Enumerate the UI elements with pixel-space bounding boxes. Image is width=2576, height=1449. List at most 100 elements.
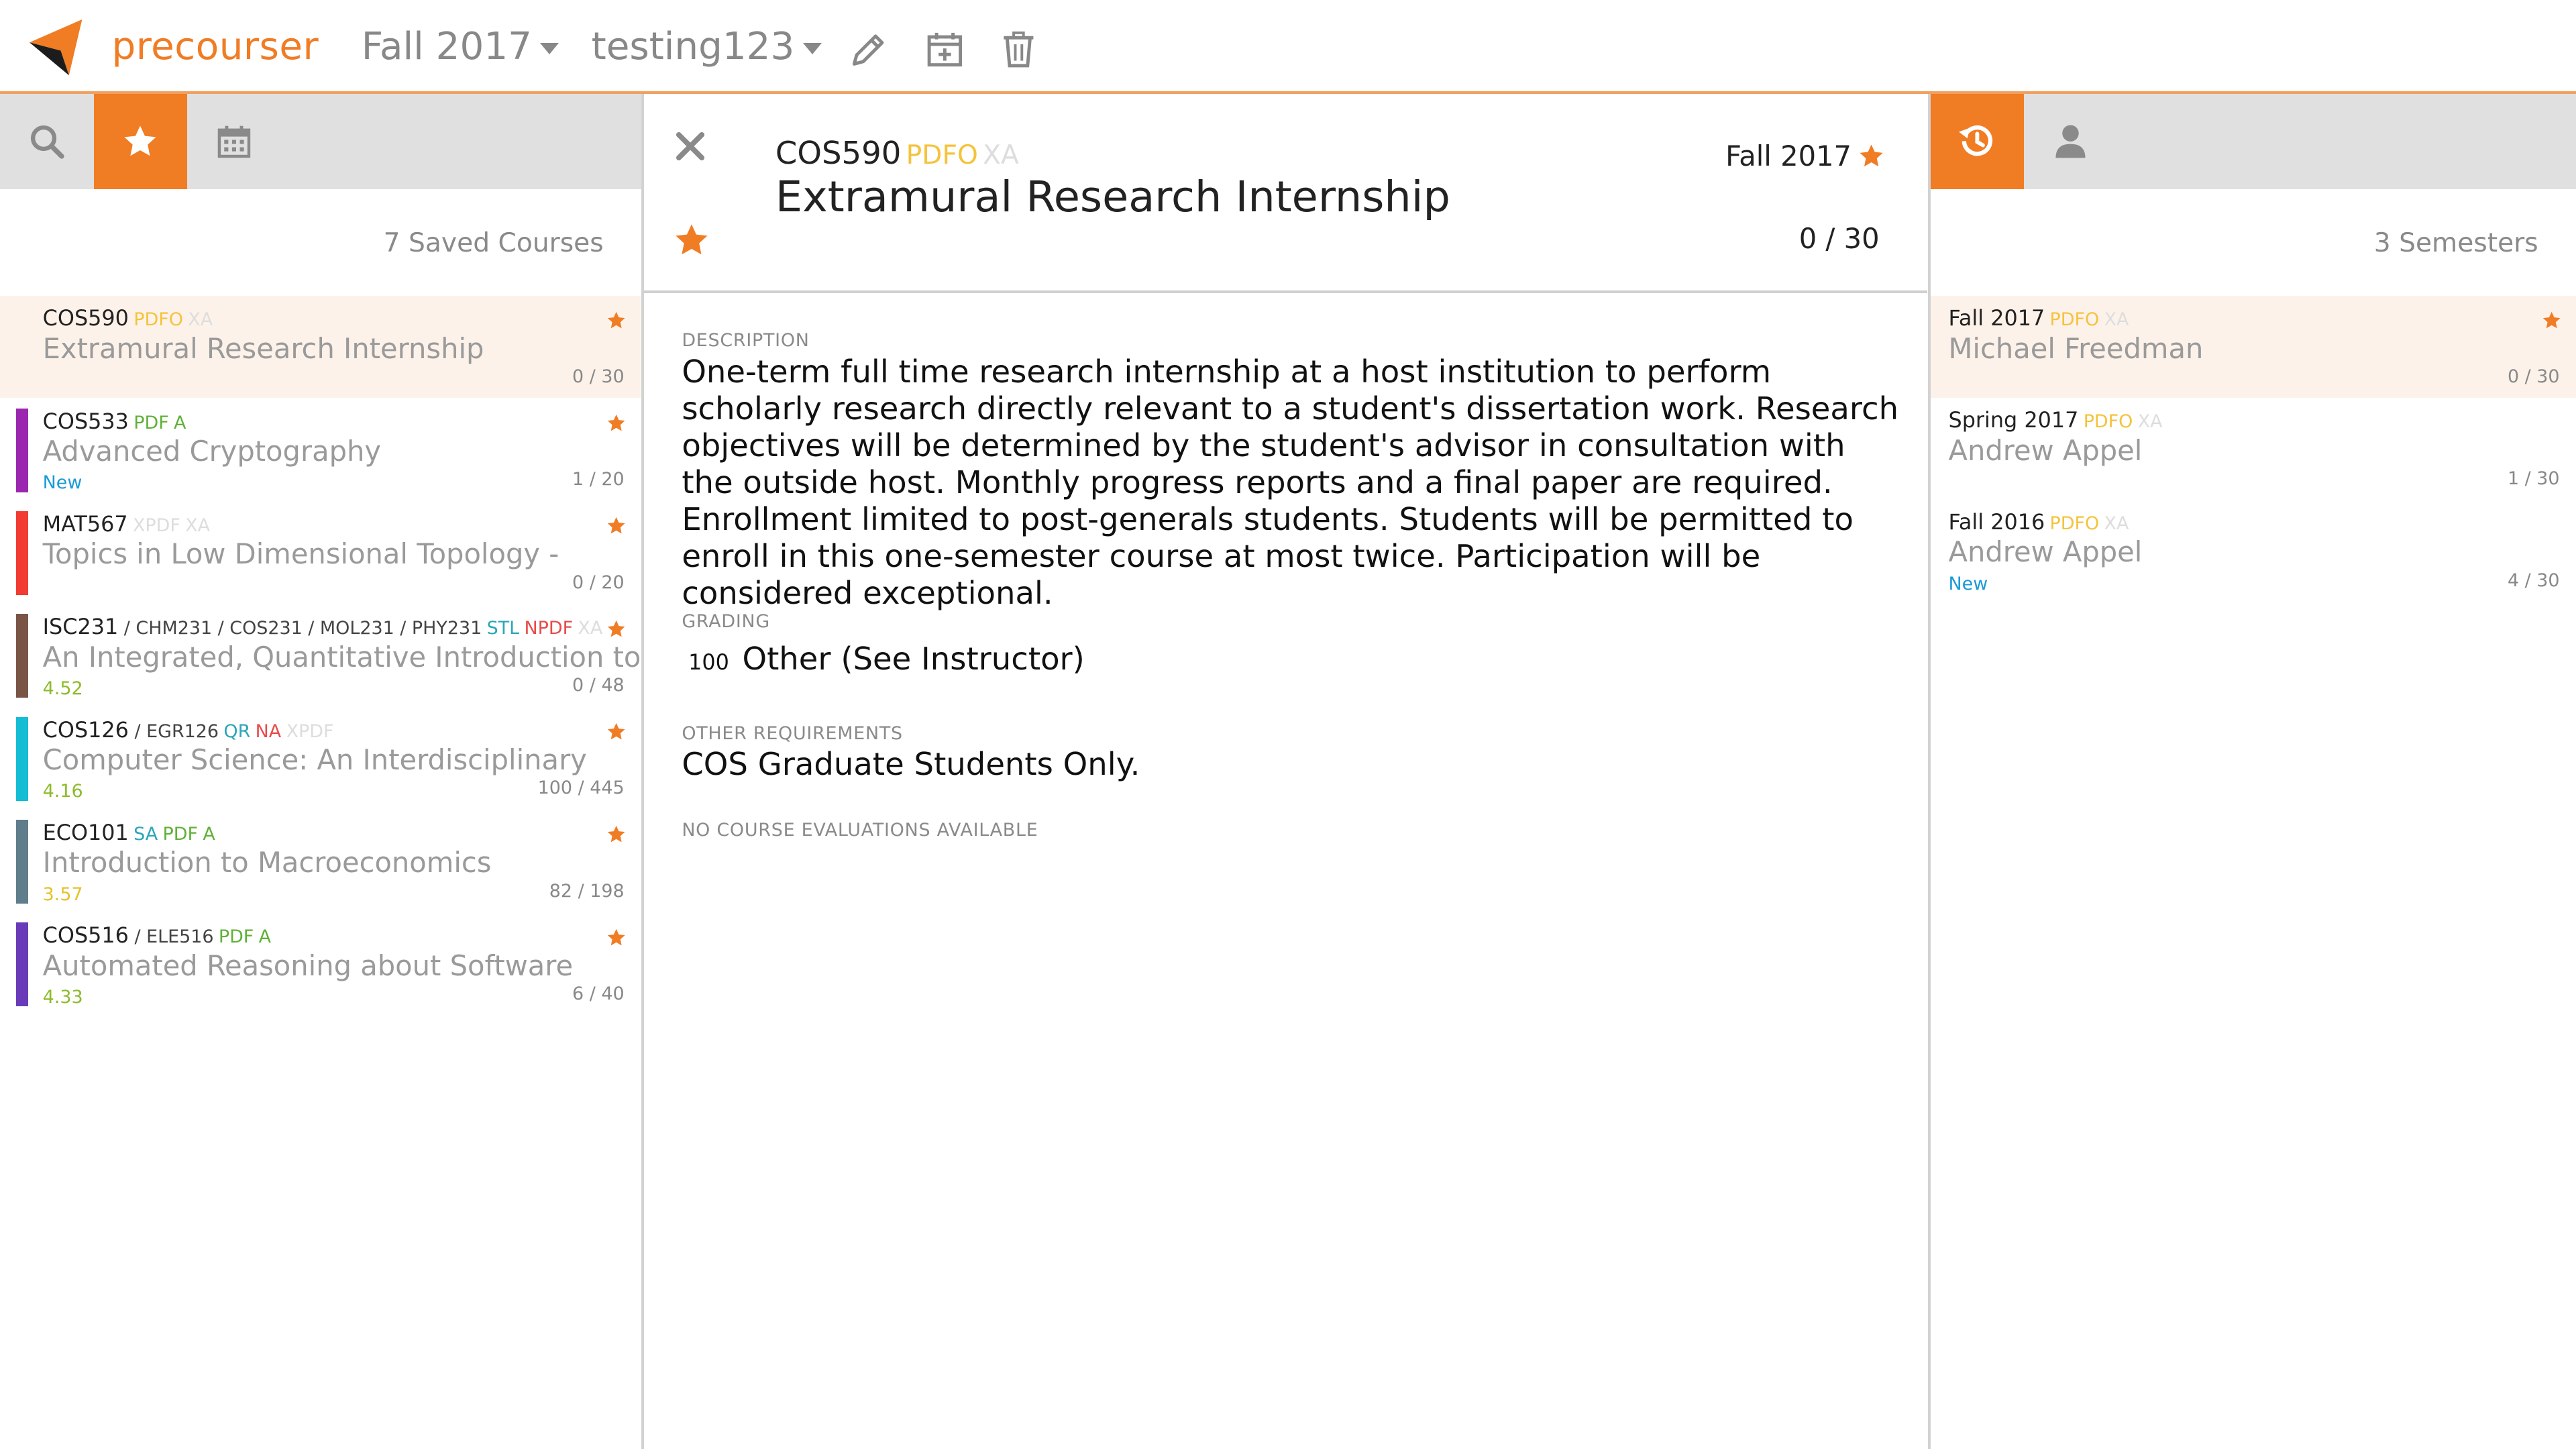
saved-courses-count: 7 Saved Courses (383, 228, 604, 259)
saved-star-icon[interactable] (606, 413, 626, 433)
left-tabbar (0, 93, 641, 189)
top-navbar: precourser Fall 2017 testing123 (0, 0, 2576, 94)
no-evaluations-label: NO COURSE EVALUATIONS AVAILABLE (682, 820, 1038, 841)
course-code: ISC231 / CHM231 / COS231 / MOL231 / PHY2… (43, 614, 603, 639)
course-code: COS590 PDFO XA (43, 305, 213, 331)
course-code: COS533 PDF A (43, 409, 186, 434)
course-code-text: ISC231 (42, 614, 119, 640)
semesters-panel: 3 Semesters Fall 2017 PDFO XA Michael Freed… (1930, 93, 2576, 1449)
semester-row[interactable]: Spring 2017 PDFO XA Andrew Appel 1 / 30 (1931, 398, 2576, 500)
tab-history[interactable] (1930, 93, 2025, 189)
course-color-bar (16, 408, 28, 492)
course-code-text: COS533 (42, 408, 129, 434)
saved-star-icon[interactable] (606, 824, 626, 844)
course-color-bar (16, 820, 28, 904)
calendar-icon (217, 125, 251, 158)
course-tag: XA (983, 140, 1019, 170)
course-title: Computer Science: An Interdisciplinary (42, 743, 587, 776)
star-icon (124, 125, 156, 156)
course-tag: PDFO (2083, 411, 2133, 433)
saved-star-icon[interactable] (606, 516, 626, 535)
star-icon[interactable] (1858, 143, 1884, 169)
semester-row[interactable]: Fall 2017 PDFO XA Michael Freedman 0 / 30 (1930, 295, 2576, 398)
course-tag: XA (2104, 513, 2129, 535)
saved-course-row[interactable]: COS126 / EGR126 QR NA XPDF Computer Science:… (0, 707, 641, 809)
semester-dropdown[interactable]: Fall 2017 (362, 25, 559, 68)
course-title: Advanced Cryptography (42, 434, 382, 468)
course-title: Topics in Low Dimensional Topology - (42, 537, 559, 571)
saved-star-icon[interactable] (606, 619, 626, 639)
tab-calendar[interactable] (187, 94, 281, 189)
semester-enrollment: 4 / 30 (2507, 570, 2560, 591)
calendar-plus-icon[interactable] (925, 30, 965, 69)
other-requirements-label: OTHER REQUIREMENTS (682, 722, 903, 744)
saved-star-icon[interactable] (606, 722, 626, 741)
detail-semester-label: Fall 2017 (1725, 140, 1852, 173)
chevron-down-icon (540, 42, 559, 54)
course-code-text: COS126 (42, 716, 129, 743)
course-code-text: COS590 (42, 305, 129, 331)
detail-code-text: COS590 (775, 134, 902, 171)
tab-instructor[interactable] (2024, 94, 2118, 189)
saved-course-row[interactable]: COS590 PDFO XA Extramural Research Internsh… (0, 295, 641, 398)
semester-star-icon[interactable] (2542, 311, 2561, 330)
course-tag: XPDF (286, 720, 334, 742)
course-code-text: COS516 (42, 922, 129, 949)
course-enrollment: 0 / 48 (572, 675, 625, 696)
course-tag: SA (133, 824, 158, 845)
tab-search[interactable] (0, 94, 94, 189)
course-detail-panel: COS590 PDFO XA Extramural Research Interns… (644, 93, 1931, 1449)
close-icon[interactable] (676, 131, 705, 161)
user-icon (2055, 125, 2086, 158)
course-rating: 3.57 (42, 883, 83, 905)
semester-name-text: Fall 2017 (1948, 305, 2045, 331)
course-tag: A (258, 926, 272, 948)
course-code: COS516 / ELE516 PDF A (43, 922, 271, 948)
app-root: precourser Fall 2017 testing123 7 Saved … (0, 0, 2576, 1449)
logo-icon[interactable] (30, 19, 83, 76)
semester-row[interactable]: Fall 2016 PDFO XA Andrew Appel New 4 / 30 (1931, 499, 2576, 601)
instructor-name: Andrew Appel (1948, 433, 2143, 467)
course-tag: PDF (218, 926, 254, 948)
course-color-bar (16, 614, 28, 698)
saved-star-icon[interactable] (606, 928, 626, 947)
grading-label: GRADING (682, 611, 771, 632)
course-tag: QR (223, 720, 251, 742)
schedule-dropdown-label: testing123 (591, 24, 795, 68)
course-tag: PDFO (2049, 513, 2100, 535)
trash-icon[interactable] (999, 30, 1038, 69)
course-tag: XA (578, 618, 603, 639)
tab-saved[interactable] (93, 93, 188, 189)
course-title: Introduction to Macroeconomics (42, 846, 492, 879)
course-enrollment: 1 / 20 (572, 469, 625, 490)
saved-course-row[interactable]: ISC231 / CHM231 / COS231 / MOL231 / PHY2… (0, 604, 641, 706)
saved-course-row[interactable]: ECO101 SA PDF A Introduction to Macroeconomi… (0, 810, 641, 912)
semester-name-text: Fall 2016 (1948, 509, 2045, 535)
favorite-star-icon[interactable] (674, 222, 710, 258)
grading-text: Other (See Instructor) (742, 641, 1085, 678)
brand-name[interactable]: precourser (112, 25, 319, 68)
grading-percent: 100 (688, 649, 729, 676)
course-tag: XA (185, 515, 211, 537)
semester-name: Fall 2016 PDFO XA (1949, 509, 2129, 535)
saved-course-row[interactable]: COS533 PDF A Advanced Cryptography New 1 / 20 (0, 398, 641, 500)
course-tag: XPDF (132, 515, 180, 537)
course-detail-header: COS590 PDFO XA Extramural Research Interns… (644, 93, 1927, 294)
saved-star-icon[interactable] (606, 311, 626, 330)
course-crosslist: / CHM231 / COS231 / MOL231 / PHY231 (118, 618, 482, 639)
pencil-icon[interactable] (849, 30, 889, 69)
saved-course-row[interactable]: COS516 / ELE516 PDF A Automated Reasoning a… (0, 913, 641, 1015)
detail-course-title: Extramural Research Internship (775, 172, 1450, 223)
course-code: ECO101 SA PDF A (43, 820, 215, 845)
schedule-dropdown[interactable]: testing123 (592, 25, 822, 68)
course-tag: PDFO (906, 140, 978, 170)
right-tabbar (1930, 93, 2576, 189)
description-label: DESCRIPTION (682, 330, 810, 352)
detail-tags: PDFO XA (901, 135, 1019, 171)
course-crosslist: / EGR126 (128, 720, 219, 742)
course-tag: NPDF (524, 618, 574, 639)
grading-row: 100 Other (See Instructor) (688, 641, 1085, 677)
course-color-bar (16, 716, 28, 801)
course-enrollment: 6 / 40 (572, 983, 625, 1004)
saved-course-row[interactable]: MAT567 XPDF XA Topics in Low Dimensional To… (0, 501, 641, 603)
